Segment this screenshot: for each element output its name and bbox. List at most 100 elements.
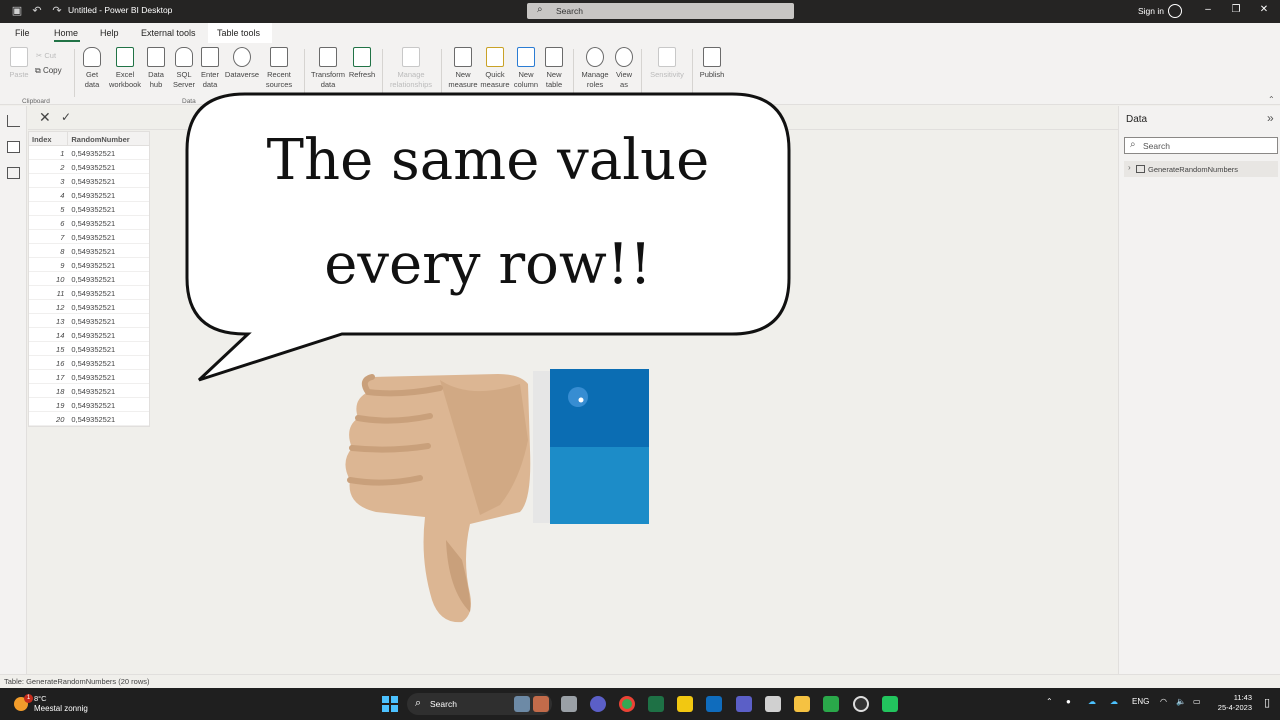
dataverse-label: Dataverse — [224, 70, 260, 79]
outlook-app-icon[interactable] — [706, 696, 722, 712]
table-row[interactable]: 19 0,549352521 — [29, 398, 149, 412]
table-row[interactable]: 13 0,549352521 — [29, 314, 149, 328]
table-view-icon[interactable] — [7, 141, 20, 153]
table-row[interactable]: 1 0,549352521 — [29, 146, 149, 160]
widget-app-icon[interactable] — [533, 696, 549, 712]
recorder-app-icon[interactable] — [882, 696, 898, 712]
model-view-icon[interactable] — [7, 167, 20, 179]
powerbi-app-icon[interactable] — [677, 696, 693, 712]
table-row[interactable]: 9 0,549352521 — [29, 258, 149, 272]
chevron-right-icon[interactable]: › — [1128, 163, 1131, 172]
get-data-label: Get data — [84, 70, 100, 89]
task-view-icon[interactable] — [514, 696, 530, 712]
save-icon[interactable]: ▣ — [10, 4, 24, 18]
paste-button[interactable]: Paste — [7, 47, 31, 80]
tray-overflow-icon[interactable]: ⌃ — [1046, 697, 1053, 706]
table-row[interactable]: 17 0,549352521 — [29, 370, 149, 384]
index-cell: 2 — [60, 163, 65, 172]
battery-icon[interactable]: ▭ — [1193, 697, 1201, 706]
tray-app-icon[interactable]: ● — [1066, 697, 1071, 706]
table-row[interactable]: 4 0,549352521 — [29, 188, 149, 202]
notepad-app-icon[interactable] — [765, 696, 781, 712]
table-row[interactable]: 7 0,549352521 — [29, 230, 149, 244]
column-header-randomnumber[interactable]: RandomNumber — [68, 132, 149, 145]
commit-formula-icon[interactable]: ✓ — [61, 110, 71, 124]
get-data-button[interactable]: Get data — [79, 47, 105, 90]
close-icon[interactable]: ✕ — [1256, 4, 1272, 15]
ribbon-separator — [573, 49, 574, 97]
onedrive-icon[interactable]: ☁ — [1088, 697, 1096, 706]
green-app-icon[interactable] — [823, 696, 839, 712]
wifi-icon[interactable]: ◠ — [1160, 697, 1167, 706]
quick-measure-button[interactable]: Quick measure — [479, 47, 511, 90]
excel-workbook-button[interactable]: Excel workbook — [106, 47, 144, 90]
language-indicator[interactable]: ENG — [1132, 697, 1149, 706]
tab-home[interactable]: Home — [54, 28, 78, 38]
teams-chat-icon[interactable] — [590, 696, 606, 712]
folder-app-icon[interactable] — [794, 696, 810, 712]
table-row[interactable]: 15 0,549352521 — [29, 342, 149, 356]
chrome-icon[interactable] — [619, 696, 635, 712]
transform-data-button[interactable]: Transform data — [309, 47, 347, 90]
table-row[interactable]: 12 0,549352521 — [29, 300, 149, 314]
avatar-icon[interactable] — [1168, 4, 1182, 18]
new-measure-button[interactable]: New measure — [448, 47, 478, 90]
enter-data-button[interactable]: Enter data — [199, 47, 221, 90]
weather-widget[interactable]: 1 — [10, 693, 33, 715]
teams-app-icon[interactable] — [736, 696, 752, 712]
table-row[interactable]: 20 0,549352521 — [29, 412, 149, 426]
weather-desc: Meestal zonnig — [34, 704, 88, 713]
new-table-button[interactable]: New table — [541, 47, 567, 90]
table-row[interactable]: 14 0,549352521 — [29, 328, 149, 342]
tab-table-tools[interactable]: Table tools — [217, 28, 260, 38]
table-row[interactable]: 11 0,549352521 — [29, 286, 149, 300]
table-row[interactable]: 18 0,549352521 — [29, 384, 149, 398]
manage-roles-button[interactable]: Manage roles — [579, 47, 611, 90]
collapse-ribbon-icon[interactable]: ⌃ — [1268, 95, 1275, 104]
sensitivity-button[interactable]: Sensitivity — [646, 47, 688, 80]
notifications-icon[interactable]: ▯ — [1264, 696, 1270, 709]
column-header-index[interactable]: Index — [29, 132, 69, 145]
index-cell: 3 — [60, 177, 65, 186]
data-hub-button[interactable]: Data hub — [144, 47, 168, 90]
tab-external-tools[interactable]: External tools — [141, 28, 196, 38]
cut-button[interactable]: ✂ Cut — [36, 51, 56, 61]
copy-button[interactable]: ⧉ Copy — [35, 66, 62, 76]
recent-sources-button[interactable]: Recent sources — [262, 47, 296, 90]
table-row[interactable]: 5 0,549352521 — [29, 202, 149, 216]
manage-relationships-button[interactable]: Manage relationships — [386, 47, 436, 90]
obs-app-icon[interactable] — [853, 696, 869, 712]
redo-icon[interactable]: ↷ — [50, 4, 64, 18]
dataverse-button[interactable]: Dataverse — [224, 47, 260, 80]
title-search-box[interactable]: ⌕ Search — [527, 3, 794, 19]
tab-file[interactable]: File — [15, 28, 30, 38]
publish-button[interactable]: Publish — [697, 47, 727, 80]
volume-icon[interactable]: 🔈 — [1176, 697, 1186, 706]
table-row[interactable]: 16 0,549352521 — [29, 356, 149, 370]
table-row[interactable]: 8 0,549352521 — [29, 244, 149, 258]
new-column-button[interactable]: New column — [513, 47, 539, 90]
sign-in-link[interactable]: Sign in — [1138, 6, 1164, 16]
data-pane-search[interactable]: ⌕ Search — [1124, 137, 1278, 154]
refresh-button[interactable]: Refresh — [348, 47, 376, 80]
collapse-pane-icon[interactable]: » — [1267, 111, 1274, 125]
excel-app-icon[interactable] — [648, 696, 664, 712]
table-row[interactable]: 3 0,549352521 — [29, 174, 149, 188]
sql-server-button[interactable]: SQL Server — [171, 47, 197, 90]
table-row[interactable]: 6 0,549352521 — [29, 216, 149, 230]
undo-icon[interactable]: ↶ — [30, 4, 44, 18]
file-explorer-app-icon[interactable] — [561, 696, 577, 712]
view-as-button[interactable]: View as — [612, 47, 636, 90]
system-clock[interactable]: 11:43 25-4-2023 — [1212, 693, 1252, 713]
data-pane-table-item[interactable]: › GenerateRandomNumbers — [1124, 161, 1278, 177]
tab-help[interactable]: Help — [100, 28, 119, 38]
taskbar-search[interactable]: ⌕ Search — [407, 693, 552, 715]
table-row[interactable]: 2 0,549352521 — [29, 160, 149, 174]
onedrive-business-icon[interactable]: ☁ — [1110, 697, 1118, 706]
maximize-icon[interactable]: ❐ — [1228, 4, 1244, 15]
start-button[interactable] — [382, 696, 398, 712]
minimize-icon[interactable]: – — [1200, 4, 1216, 15]
table-row[interactable]: 10 0,549352521 — [29, 272, 149, 286]
report-view-icon[interactable] — [7, 115, 20, 127]
cancel-formula-icon[interactable]: ✕ — [39, 109, 51, 126]
